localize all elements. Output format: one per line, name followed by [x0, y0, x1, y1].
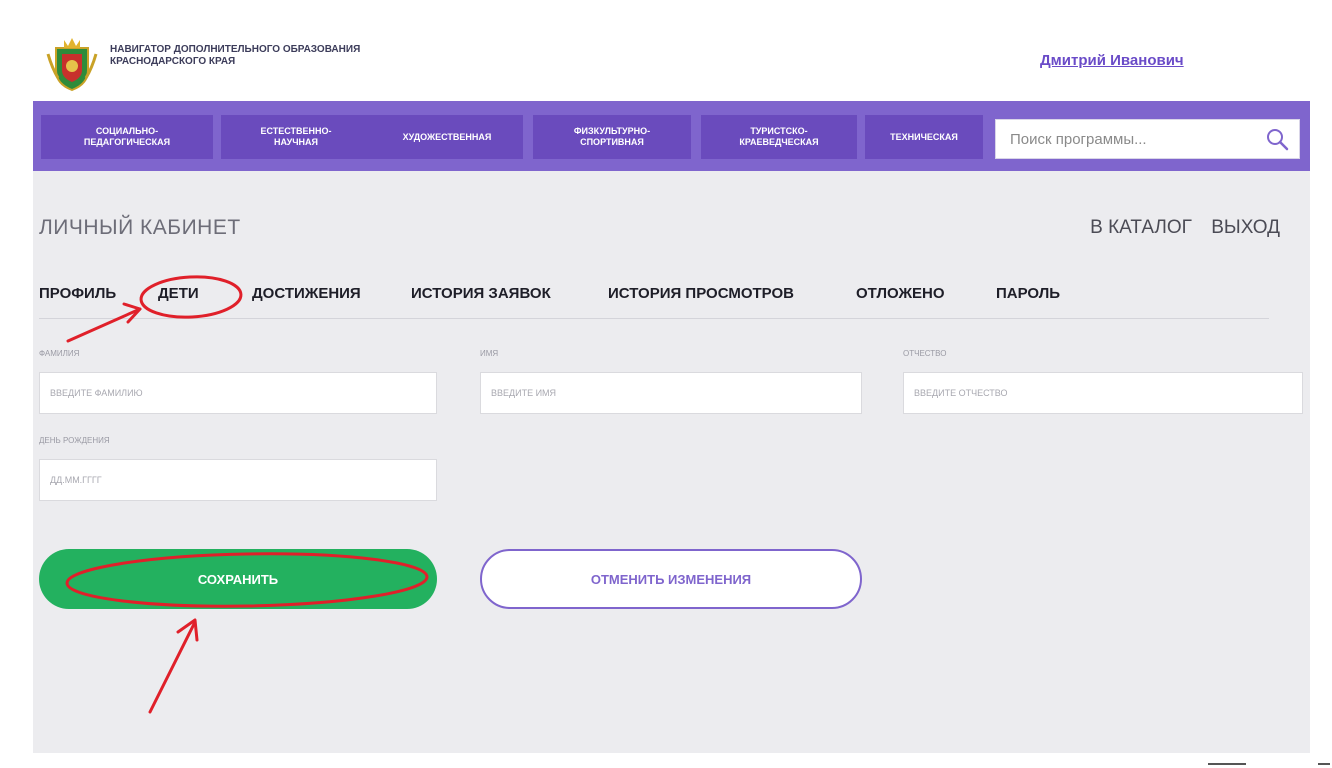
top-links: В КАТАЛОГ ВЫХОД — [1076, 217, 1280, 239]
birthday-field-box — [39, 459, 437, 501]
nav-art[interactable]: Художественная — [371, 115, 523, 159]
surname-input[interactable] — [40, 373, 436, 413]
tab-postponed[interactable]: ОТЛОЖЕНО — [856, 285, 945, 302]
corner-marks — [1208, 763, 1330, 765]
program-search-box — [995, 119, 1300, 159]
tab-profile[interactable]: ПРОФИЛЬ — [39, 285, 116, 302]
surname-field-box — [39, 372, 437, 414]
cabinet-main-area: ЛИЧНЫЙ КАБИНЕТ В КАТАЛОГ ВЫХОД ПРОФИЛЬ Д… — [33, 171, 1310, 753]
category-nav-bar: Социально- педагогическая Естественно- н… — [33, 101, 1310, 171]
page-title: ЛИЧНЫЙ КАБИНЕТ — [39, 216, 241, 239]
save-button[interactable]: СОХРАНИТЬ — [39, 549, 437, 609]
program-search-input[interactable] — [996, 120, 1256, 158]
catalog-link[interactable]: В КАТАЛОГ — [1090, 217, 1192, 238]
search-icon[interactable] — [1265, 127, 1289, 151]
nav-social-pedagogical[interactable]: Социально- педагогическая — [41, 115, 213, 159]
tab-children[interactable]: ДЕТИ — [158, 285, 199, 302]
nav-tourism-local-history[interactable]: Туристско- краеведческая — [701, 115, 857, 159]
patronymic-label: ОТЧЕСТВО — [903, 349, 947, 358]
tab-view-history[interactable]: ИСТОРИЯ ПРОСМОТРОВ — [608, 285, 794, 302]
surname-label: ФАМИЛИЯ — [39, 349, 80, 358]
birthday-label: ДЕНЬ РОЖДЕНИЯ — [39, 436, 110, 445]
cancel-changes-button[interactable]: ОТМЕНИТЬ ИЗМЕНЕНИЯ — [480, 549, 862, 609]
logout-link[interactable]: ВЫХОД — [1211, 217, 1280, 238]
cabinet-tabs: ПРОФИЛЬ ДЕТИ ДОСТИЖЕНИЯ ИСТОРИЯ ЗАЯВОК И… — [39, 285, 1269, 319]
tab-application-history[interactable]: ИСТОРИЯ ЗАЯВОК — [411, 285, 551, 302]
tab-achievements[interactable]: ДОСТИЖЕНИЯ — [252, 285, 361, 302]
nav-natural-science[interactable]: Естественно- научная — [221, 115, 371, 159]
site-header: Навигатор дополнительного образования Кр… — [0, 0, 1332, 100]
site-brand-text: Навигатор дополнительного образования Кр… — [110, 44, 361, 67]
name-field-box — [480, 372, 862, 414]
nav-sports[interactable]: Физкультурно- спортивная — [533, 115, 691, 159]
patronymic-input[interactable] — [904, 373, 1302, 413]
tab-password[interactable]: ПАРОЛЬ — [996, 285, 1060, 302]
name-input[interactable] — [481, 373, 861, 413]
name-label: ИМЯ — [480, 349, 499, 358]
krasnodar-coat-of-arms-logo[interactable] — [46, 34, 98, 92]
patronymic-field-box — [903, 372, 1303, 414]
user-profile-link[interactable]: Дмитрий Иванович — [1040, 52, 1184, 69]
nav-technical[interactable]: Техническая — [865, 115, 983, 159]
birthday-input[interactable] — [40, 460, 436, 500]
